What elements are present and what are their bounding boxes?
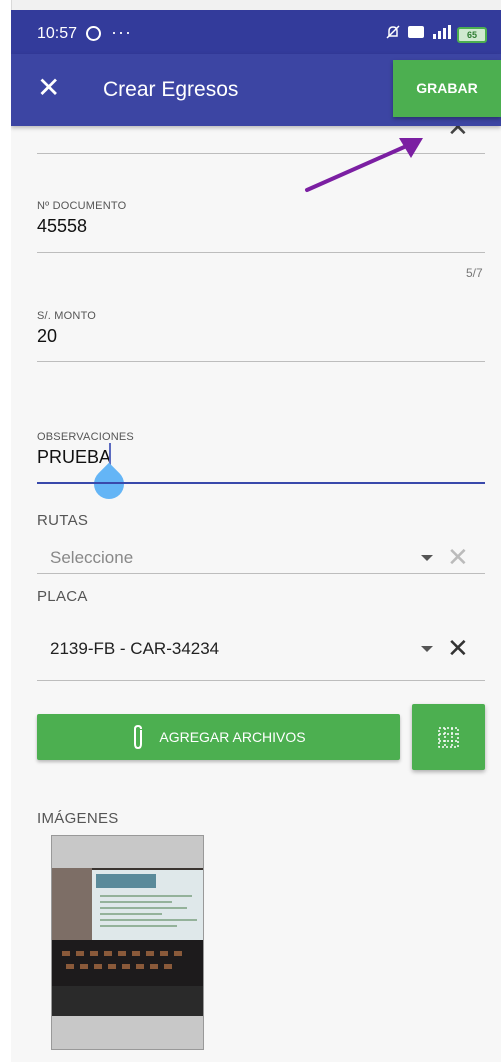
- laptop-photo: [52, 868, 203, 1016]
- monto-underline: [37, 361, 485, 362]
- status-bar: 10:57 ··· 65: [11, 10, 501, 54]
- placa-label: PLACA: [37, 588, 88, 605]
- documento-counter: 5/7: [466, 266, 483, 280]
- signal-icon: [433, 25, 451, 39]
- placa-clear-icon[interactable]: ✕: [447, 635, 469, 661]
- more-notifications-icon: ···: [111, 22, 132, 42]
- annotation-arrow: [305, 138, 423, 192]
- image-thumbnail[interactable]: [51, 835, 204, 1050]
- whatsapp-icon: [86, 26, 101, 41]
- placa-underline: [37, 680, 485, 681]
- placa-dropdown-icon[interactable]: [421, 646, 433, 652]
- rutas-underline: [37, 573, 485, 574]
- documento-input[interactable]: 45558: [37, 216, 87, 237]
- page-title: Crear Egresos: [103, 78, 239, 101]
- save-button[interactable]: GRABAR: [393, 60, 501, 117]
- close-icon[interactable]: ✕: [37, 74, 60, 102]
- observaciones-underline: [37, 482, 485, 484]
- rutas-clear-icon[interactable]: ✕: [447, 544, 469, 570]
- rutas-label: RUTAS: [37, 512, 89, 529]
- mute-icon: [386, 25, 400, 39]
- battery-icon: 65: [457, 27, 487, 43]
- phone-screen: 10:57 ··· 65 ✕ ✕ Crear Egresos GRABAR Nº…: [11, 10, 501, 1062]
- observaciones-label: OBSERVACIONES: [37, 431, 134, 443]
- documento-underline: [37, 252, 485, 253]
- status-time: 10:57: [37, 25, 78, 42]
- monto-input[interactable]: 20: [37, 326, 57, 347]
- scan-button[interactable]: [412, 704, 485, 770]
- monto-label: S/. MONTO: [37, 310, 97, 322]
- rutas-dropdown-icon[interactable]: [421, 555, 433, 561]
- cursor-handle[interactable]: [87, 462, 131, 506]
- qr-scan-icon: [438, 727, 459, 748]
- status-icons: [385, 24, 453, 40]
- volte-icon: [408, 26, 424, 38]
- placa-select[interactable]: 2139-FB - CAR-34234: [50, 639, 219, 659]
- observaciones-input[interactable]: PRUEBA: [37, 447, 111, 468]
- attachment-icon: [134, 724, 143, 750]
- documento-label: Nº DOCUMENTO: [37, 200, 127, 212]
- add-files-button[interactable]: AGREGAR ARCHIVOS: [37, 714, 400, 760]
- images-label: IMÁGENES: [37, 810, 119, 827]
- rutas-select[interactable]: Seleccione: [50, 548, 133, 568]
- add-files-label: AGREGAR ARCHIVOS: [159, 729, 306, 745]
